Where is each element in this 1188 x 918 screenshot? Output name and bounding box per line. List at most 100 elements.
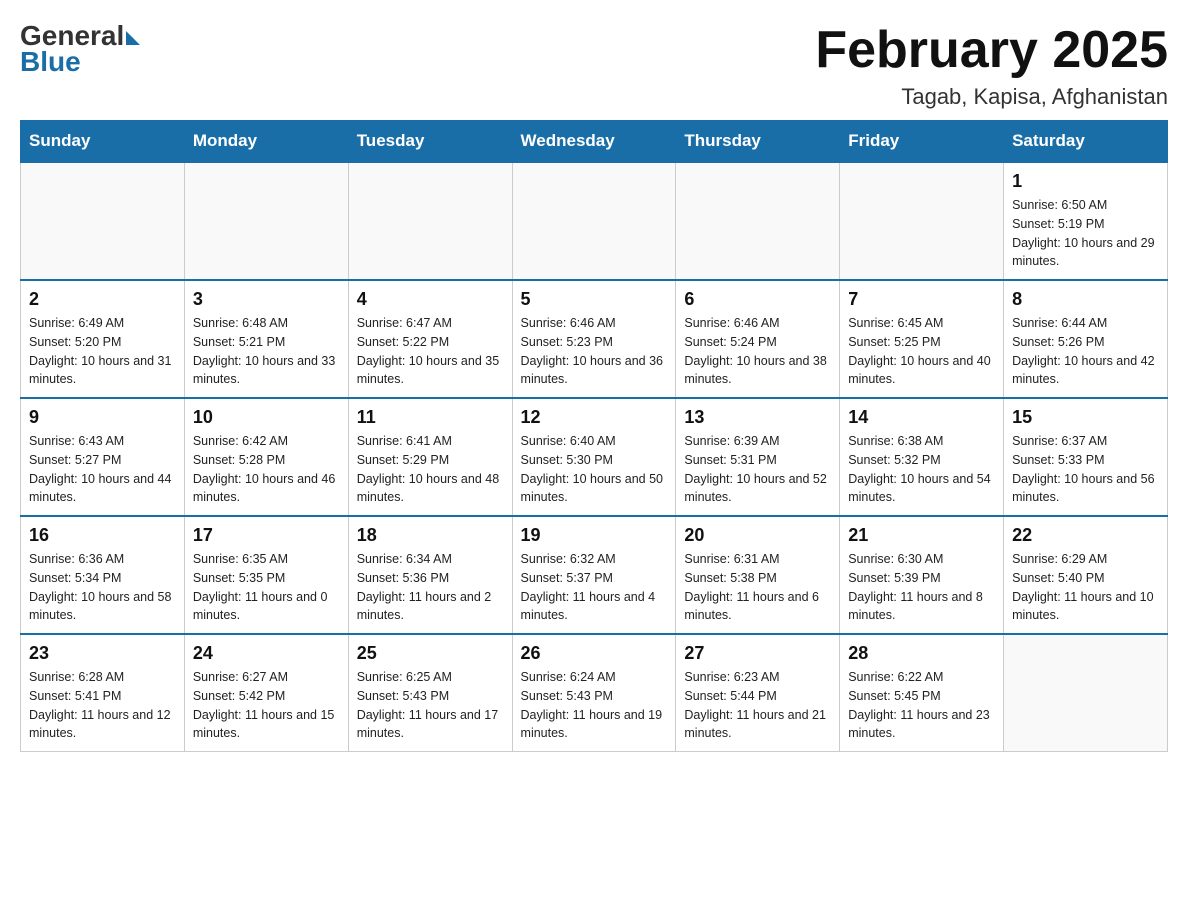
logo-arrow-icon: [126, 31, 140, 45]
calendar-cell: 7 Sunrise: 6:45 AMSunset: 5:25 PMDaylight…: [840, 280, 1004, 398]
day-info: Sunrise: 6:31 AMSunset: 5:38 PMDaylight:…: [684, 550, 831, 625]
day-info: Sunrise: 6:23 AMSunset: 5:44 PMDaylight:…: [684, 668, 831, 743]
day-info: Sunrise: 6:46 AMSunset: 5:24 PMDaylight:…: [684, 314, 831, 389]
day-number: 8: [1012, 289, 1159, 310]
col-wednesday: Wednesday: [512, 121, 676, 163]
day-number: 14: [848, 407, 995, 428]
calendar-cell: 8 Sunrise: 6:44 AMSunset: 5:26 PMDaylight…: [1004, 280, 1168, 398]
calendar-cell: 4 Sunrise: 6:47 AMSunset: 5:22 PMDaylight…: [348, 280, 512, 398]
day-number: 3: [193, 289, 340, 310]
calendar-header-row: Sunday Monday Tuesday Wednesday Thursday…: [21, 121, 1168, 163]
day-number: 10: [193, 407, 340, 428]
day-number: 17: [193, 525, 340, 546]
day-info: Sunrise: 6:37 AMSunset: 5:33 PMDaylight:…: [1012, 432, 1159, 507]
day-number: 18: [357, 525, 504, 546]
calendar-week-4: 16Sunrise: 6:36 AMSunset: 5:34 PMDayligh…: [21, 516, 1168, 634]
calendar-cell: [512, 162, 676, 280]
calendar-cell: 12 Sunrise: 6:40 AMSunset: 5:30 PMDayligh…: [512, 398, 676, 516]
day-info: Sunrise: 6:35 AMSunset: 5:35 PMDaylight:…: [193, 550, 340, 625]
calendar-cell: [348, 162, 512, 280]
day-info: Sunrise: 6:29 AMSunset: 5:40 PMDaylight:…: [1012, 550, 1159, 625]
calendar-cell: 21 Sunrise: 6:30 AMSunset: 5:39 PMDayligh…: [840, 516, 1004, 634]
day-info: Sunrise: 6:34 AMSunset: 5:36 PMDaylight:…: [357, 550, 504, 625]
calendar-cell: 10 Sunrise: 6:42 AMSunset: 5:28 PMDayligh…: [184, 398, 348, 516]
day-number: 22: [1012, 525, 1159, 546]
calendar-week-1: 1 Sunrise: 6:50 AMSunset: 5:19 PMDaylight…: [21, 162, 1168, 280]
calendar-cell: 19Sunrise: 6:32 AMSunset: 5:37 PMDayligh…: [512, 516, 676, 634]
calendar-cell: 2 Sunrise: 6:49 AMSunset: 5:20 PMDaylight…: [21, 280, 185, 398]
day-info: Sunrise: 6:30 AMSunset: 5:39 PMDaylight:…: [848, 550, 995, 625]
day-number: 21: [848, 525, 995, 546]
day-number: 28: [848, 643, 995, 664]
title-block: February 2025 Tagab, Kapisa, Afghanistan: [815, 20, 1168, 110]
day-number: 27: [684, 643, 831, 664]
day-info: Sunrise: 6:49 AMSunset: 5:20 PMDaylight:…: [29, 314, 176, 389]
calendar-week-5: 23 Sunrise: 6:28 AMSunset: 5:41 PMDayligh…: [21, 634, 1168, 752]
calendar-cell: [840, 162, 1004, 280]
day-number: 23: [29, 643, 176, 664]
day-number: 7: [848, 289, 995, 310]
day-info: Sunrise: 6:36 AMSunset: 5:34 PMDaylight:…: [29, 550, 176, 625]
col-monday: Monday: [184, 121, 348, 163]
day-info: Sunrise: 6:50 AMSunset: 5:19 PMDaylight:…: [1012, 196, 1159, 271]
day-number: 25: [357, 643, 504, 664]
calendar-cell: [1004, 634, 1168, 752]
day-number: 1: [1012, 171, 1159, 192]
calendar-cell: 5 Sunrise: 6:46 AMSunset: 5:23 PMDaylight…: [512, 280, 676, 398]
day-number: 20: [684, 525, 831, 546]
logo: General Blue: [20, 20, 140, 78]
calendar-cell: [676, 162, 840, 280]
calendar-week-3: 9Sunrise: 6:43 AMSunset: 5:27 PMDaylight…: [21, 398, 1168, 516]
calendar-cell: 15 Sunrise: 6:37 AMSunset: 5:33 PMDayligh…: [1004, 398, 1168, 516]
day-number: 11: [357, 407, 504, 428]
day-info: Sunrise: 6:42 AMSunset: 5:28 PMDaylight:…: [193, 432, 340, 507]
day-info: Sunrise: 6:27 AMSunset: 5:42 PMDaylight:…: [193, 668, 340, 743]
calendar-cell: 23 Sunrise: 6:28 AMSunset: 5:41 PMDayligh…: [21, 634, 185, 752]
col-tuesday: Tuesday: [348, 121, 512, 163]
day-info: Sunrise: 6:22 AMSunset: 5:45 PMDaylight:…: [848, 668, 995, 743]
col-saturday: Saturday: [1004, 121, 1168, 163]
day-number: 5: [521, 289, 668, 310]
day-info: Sunrise: 6:38 AMSunset: 5:32 PMDaylight:…: [848, 432, 995, 507]
day-info: Sunrise: 6:24 AMSunset: 5:43 PMDaylight:…: [521, 668, 668, 743]
day-info: Sunrise: 6:44 AMSunset: 5:26 PMDaylight:…: [1012, 314, 1159, 389]
calendar-cell: 3Sunrise: 6:48 AMSunset: 5:21 PMDaylight…: [184, 280, 348, 398]
day-number: 15: [1012, 407, 1159, 428]
calendar-cell: 27 Sunrise: 6:23 AMSunset: 5:44 PMDayligh…: [676, 634, 840, 752]
day-number: 4: [357, 289, 504, 310]
calendar-cell: 20 Sunrise: 6:31 AMSunset: 5:38 PMDayligh…: [676, 516, 840, 634]
day-number: 24: [193, 643, 340, 664]
day-number: 26: [521, 643, 668, 664]
location-title: Tagab, Kapisa, Afghanistan: [815, 84, 1168, 110]
day-number: 2: [29, 289, 176, 310]
calendar-cell: 22 Sunrise: 6:29 AMSunset: 5:40 PMDayligh…: [1004, 516, 1168, 634]
calendar-table: Sunday Monday Tuesday Wednesday Thursday…: [20, 120, 1168, 752]
calendar-cell: 16Sunrise: 6:36 AMSunset: 5:34 PMDayligh…: [21, 516, 185, 634]
page-header: General Blue February 2025 Tagab, Kapisa…: [20, 20, 1168, 110]
calendar-cell: 26 Sunrise: 6:24 AMSunset: 5:43 PMDayligh…: [512, 634, 676, 752]
day-info: Sunrise: 6:47 AMSunset: 5:22 PMDaylight:…: [357, 314, 504, 389]
calendar-cell: 28 Sunrise: 6:22 AMSunset: 5:45 PMDayligh…: [840, 634, 1004, 752]
day-number: 13: [684, 407, 831, 428]
calendar-cell: 24 Sunrise: 6:27 AMSunset: 5:42 PMDayligh…: [184, 634, 348, 752]
calendar-cell: 13 Sunrise: 6:39 AMSunset: 5:31 PMDayligh…: [676, 398, 840, 516]
col-thursday: Thursday: [676, 121, 840, 163]
day-info: Sunrise: 6:41 AMSunset: 5:29 PMDaylight:…: [357, 432, 504, 507]
day-number: 6: [684, 289, 831, 310]
calendar-cell: 14 Sunrise: 6:38 AMSunset: 5:32 PMDayligh…: [840, 398, 1004, 516]
calendar-cell: 1 Sunrise: 6:50 AMSunset: 5:19 PMDaylight…: [1004, 162, 1168, 280]
day-info: Sunrise: 6:46 AMSunset: 5:23 PMDaylight:…: [521, 314, 668, 389]
day-info: Sunrise: 6:45 AMSunset: 5:25 PMDaylight:…: [848, 314, 995, 389]
day-info: Sunrise: 6:28 AMSunset: 5:41 PMDaylight:…: [29, 668, 176, 743]
day-number: 19: [521, 525, 668, 546]
calendar-week-2: 2 Sunrise: 6:49 AMSunset: 5:20 PMDaylight…: [21, 280, 1168, 398]
day-info: Sunrise: 6:25 AMSunset: 5:43 PMDaylight:…: [357, 668, 504, 743]
calendar-cell: 11 Sunrise: 6:41 AMSunset: 5:29 PMDayligh…: [348, 398, 512, 516]
calendar-cell: 25 Sunrise: 6:25 AMSunset: 5:43 PMDayligh…: [348, 634, 512, 752]
calendar-cell: 9Sunrise: 6:43 AMSunset: 5:27 PMDaylight…: [21, 398, 185, 516]
day-info: Sunrise: 6:39 AMSunset: 5:31 PMDaylight:…: [684, 432, 831, 507]
day-number: 9: [29, 407, 176, 428]
calendar-cell: 6 Sunrise: 6:46 AMSunset: 5:24 PMDaylight…: [676, 280, 840, 398]
day-info: Sunrise: 6:40 AMSunset: 5:30 PMDaylight:…: [521, 432, 668, 507]
day-number: 12: [521, 407, 668, 428]
